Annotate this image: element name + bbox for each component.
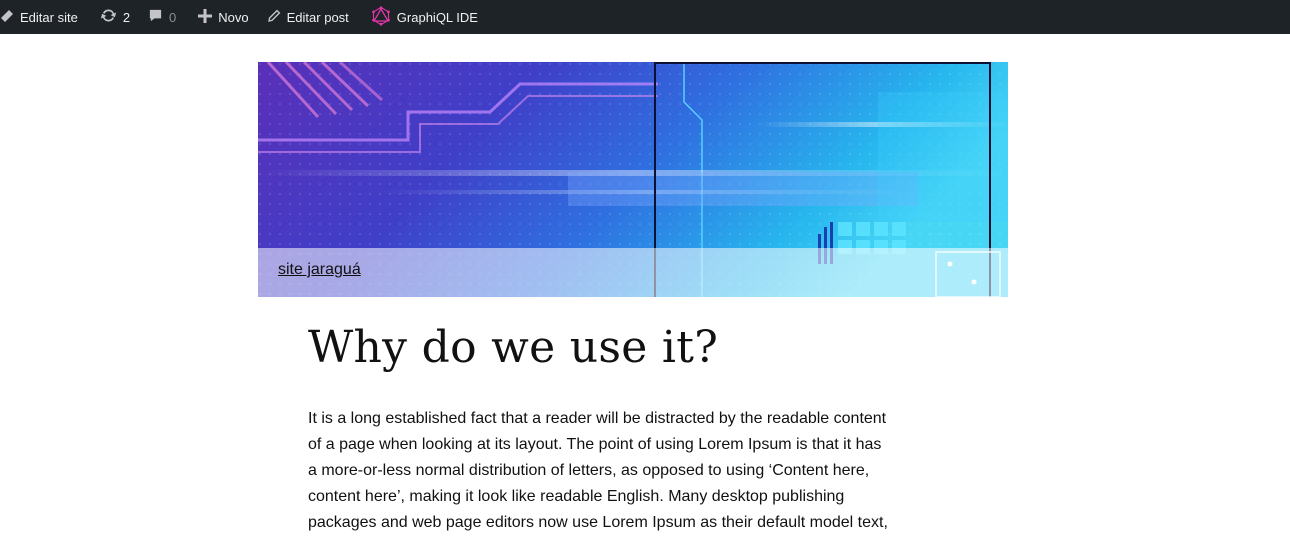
edit-site-label: Editar site [20,9,78,25]
edit-post-label: Editar post [286,9,349,25]
pencil-icon [267,9,281,26]
new-content-button[interactable]: Novo [184,0,256,34]
comments-count: 0 [169,9,177,25]
post-body-line: It is a long established fact that a rea… [308,410,887,427]
comments-button[interactable]: 0 [138,0,184,34]
updates-icon [100,7,117,27]
post-body-line: of a page when looking at its layout. Th… [308,436,882,453]
admin-bar: Editar site 2 0 Novo Editar post GraphiQ… [0,0,1290,34]
site-title-link[interactable]: site jaraguá [278,261,361,279]
post-body-line: content here’, making it look like reada… [308,488,845,505]
post-body-line: a more-or-less normal distribution of le… [308,462,870,479]
comment-icon [148,8,163,26]
updates-count: 2 [122,9,131,25]
post-body-line: packages and web page editors now use Lo… [308,514,888,531]
graphiql-ide-label: GraphiQL IDE [396,9,478,25]
site-title-band [258,248,1008,297]
updates-button[interactable]: 2 [86,0,138,34]
paintbrush-icon [0,9,14,26]
graphiql-ide-button[interactable]: GraphiQL IDE [357,0,486,34]
graphql-icon [371,5,391,29]
plus-icon [198,8,213,26]
edit-post-button[interactable]: Editar post [257,0,357,34]
new-content-label: Novo [218,9,249,25]
header-banner: site jaraguá [258,62,1008,297]
post-title: Why do we use it? [308,322,719,373]
edit-site-button[interactable]: Editar site [0,0,86,34]
post-body: It is a long established fact that a rea… [308,406,968,536]
